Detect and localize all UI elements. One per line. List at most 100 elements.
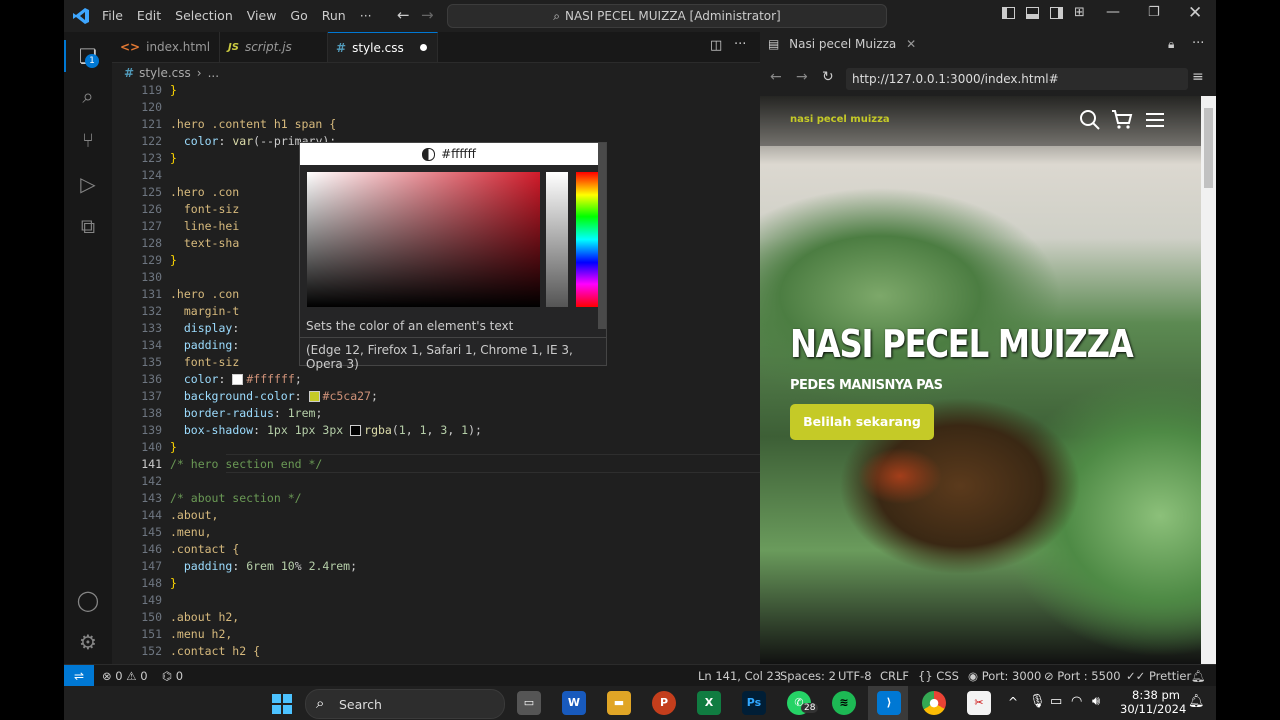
forward-arrow-icon[interactable]: → xyxy=(796,69,808,85)
lock-icon[interactable]: 🔒︎ xyxy=(1168,37,1174,52)
code-line[interactable]: 148} xyxy=(112,575,752,592)
opacity-strip[interactable] xyxy=(546,172,568,307)
color-swatch-icon[interactable] xyxy=(350,425,362,436)
tab-index-html[interactable]: <> index.html xyxy=(112,32,220,62)
code-line[interactable]: 145 .menu, xyxy=(112,524,752,541)
cta-button[interactable]: Belilah sekarang xyxy=(790,404,934,440)
indentation[interactable]: Spaces: 2 xyxy=(780,669,836,683)
browser-tab[interactable]: ▤ Nasi pecel Muizza ✕ xyxy=(768,37,916,51)
remote-indicator-icon[interactable]: ⇌ xyxy=(64,665,94,687)
command-center[interactable]: ⌕ NASI PECEL MUIZZA [Administrator] xyxy=(447,4,887,28)
code-line[interactable]: 143 /* about section */ xyxy=(112,490,752,507)
restore-icon[interactable]: ❐ xyxy=(1148,5,1160,20)
battery-icon[interactable]: ▭ xyxy=(1050,694,1062,709)
ports-indicator[interactable]: ⌬ 0 xyxy=(162,669,183,683)
photoshop-icon[interactable]: Ps xyxy=(742,691,766,715)
spotify-icon[interactable]: ≋ xyxy=(832,691,856,715)
chrome-icon[interactable]: ● xyxy=(922,691,946,715)
search-icon[interactable] xyxy=(1079,109,1101,131)
live-server-port[interactable]: ◉ Port: 3000 xyxy=(968,669,1041,683)
forward-arrow-icon[interactable]: → xyxy=(421,6,434,24)
go-live-port[interactable]: ⊘ Port : 5500 xyxy=(1044,669,1121,683)
breadcrumb-symbol[interactable]: ... xyxy=(208,66,219,80)
cursor-position[interactable]: Ln 141, Col 23 xyxy=(698,669,781,683)
color-swatch-icon[interactable] xyxy=(308,391,320,402)
source-control-icon[interactable]: ⑂ xyxy=(76,128,100,152)
windows-start-icon[interactable] xyxy=(272,694,292,714)
unsaved-dot-icon[interactable] xyxy=(420,44,427,51)
problems-indicator[interactable]: ⊗ 0 ⚠ 0 xyxy=(102,669,148,683)
code-line[interactable]: 138 border-radius: 1rem; xyxy=(112,405,752,422)
hover-scrollbar[interactable] xyxy=(598,143,606,329)
menu-selection[interactable]: Selection xyxy=(175,8,233,23)
code-line[interactable]: 136 color: #ffffff; xyxy=(112,371,752,388)
encoding[interactable]: UTF-8 xyxy=(838,669,872,683)
snipping-tool-icon[interactable]: ✂ xyxy=(967,691,991,715)
customize-layout-icon[interactable]: ⊞ xyxy=(1074,5,1085,20)
clock[interactable]: 8:38 pm 30/11/2024 xyxy=(1120,688,1186,716)
breadcrumb-file[interactable]: style.css xyxy=(139,66,191,80)
hue-strip[interactable] xyxy=(576,172,598,307)
code-line[interactable]: 119} xyxy=(112,82,752,99)
taskbar-search[interactable]: ⌕ Search xyxy=(305,689,505,719)
refresh-icon[interactable]: ↻ xyxy=(822,69,834,85)
run-debug-icon[interactable]: ▷ xyxy=(76,172,100,196)
more-actions-icon[interactable]: ··· xyxy=(1192,36,1204,51)
tab-style-css[interactable]: # style.css xyxy=(328,32,438,62)
menu-edit[interactable]: Edit xyxy=(137,8,161,23)
color-picker-header[interactable]: #ffffff xyxy=(300,143,598,165)
microphone-icon[interactable]: 🎙︎ xyxy=(1029,694,1046,709)
code-line[interactable]: 152 .contact h2 { xyxy=(112,643,752,660)
menu-run[interactable]: Run xyxy=(322,8,346,23)
wifi-icon[interactable]: ◠ xyxy=(1071,694,1082,709)
task-view-icon[interactable]: ▭ xyxy=(517,691,541,715)
vscode-taskbar-icon[interactable]: ⟩ xyxy=(877,691,901,715)
split-editor-icon[interactable]: ◫ xyxy=(710,38,722,53)
notifications-bell-icon[interactable]: 🔔︎ xyxy=(1188,694,1205,709)
color-swatch-icon[interactable] xyxy=(232,374,244,385)
back-arrow-icon[interactable]: ← xyxy=(770,69,782,85)
site-logo[interactable]: nasi pecel muizza xyxy=(790,114,890,125)
shopping-cart-icon[interactable] xyxy=(1110,108,1134,132)
close-icon[interactable]: ✕ xyxy=(906,37,916,51)
code-line[interactable]: 142 xyxy=(112,473,752,490)
tab-script-js[interactable]: JS script.js xyxy=(220,32,328,62)
account-icon[interactable]: ◯ xyxy=(76,588,100,612)
excel-icon[interactable]: X xyxy=(697,691,721,715)
more-actions-icon[interactable]: ··· xyxy=(734,37,746,52)
menu-view[interactable]: View xyxy=(247,8,277,23)
toggle-secondary-sidebar-icon[interactable] xyxy=(1050,7,1063,19)
menu-go[interactable]: Go xyxy=(290,8,307,23)
code-line[interactable]: 147 padding: 6rem 10% 2.4rem; xyxy=(112,558,752,575)
code-line[interactable]: 146 .contact { xyxy=(112,541,752,558)
powerpoint-icon[interactable]: P xyxy=(652,691,676,715)
code-line[interactable]: 150 .about h2, xyxy=(112,609,752,626)
code-line[interactable]: 141 /* hero section end */ xyxy=(112,456,752,473)
code-line[interactable]: 144 .about, xyxy=(112,507,752,524)
browser-scrollbar[interactable] xyxy=(1201,96,1216,664)
language-mode[interactable]: {} CSS xyxy=(918,669,959,683)
code-line[interactable]: 140} xyxy=(112,439,752,456)
saturation-box[interactable] xyxy=(307,172,540,307)
close-icon[interactable]: ✕ xyxy=(1188,3,1202,23)
menu-file[interactable]: File xyxy=(102,8,123,23)
hamburger-menu-icon[interactable] xyxy=(1144,110,1166,130)
toggle-panel-icon[interactable] xyxy=(1026,7,1039,19)
search-icon[interactable]: ⌕ xyxy=(76,84,100,108)
url-bar[interactable]: http://127.0.0.1:3000/index.html# xyxy=(846,68,1188,90)
volume-icon[interactable]: 🔊︎ xyxy=(1092,694,1100,709)
code-line[interactable]: 149 xyxy=(112,592,752,609)
scrollbar-thumb[interactable] xyxy=(1204,108,1213,188)
line-ending[interactable]: CRLF xyxy=(880,669,909,683)
menu-more[interactable]: ··· xyxy=(360,8,372,23)
code-line[interactable]: 120 xyxy=(112,99,752,116)
word-icon[interactable]: W xyxy=(562,691,586,715)
minimize-icon[interactable]: — xyxy=(1106,4,1120,20)
extensions-icon[interactable]: ⧉ xyxy=(76,214,100,238)
code-line[interactable]: 151 .menu h2, xyxy=(112,626,752,643)
menu-icon[interactable]: ≡ xyxy=(1192,69,1204,85)
file-explorer-icon[interactable]: ▬ xyxy=(607,691,631,715)
settings-gear-icon[interactable]: ⚙ xyxy=(76,630,100,654)
prettier-status[interactable]: ✓✓ Prettier xyxy=(1126,669,1191,683)
back-arrow-icon[interactable]: ← xyxy=(397,6,410,24)
